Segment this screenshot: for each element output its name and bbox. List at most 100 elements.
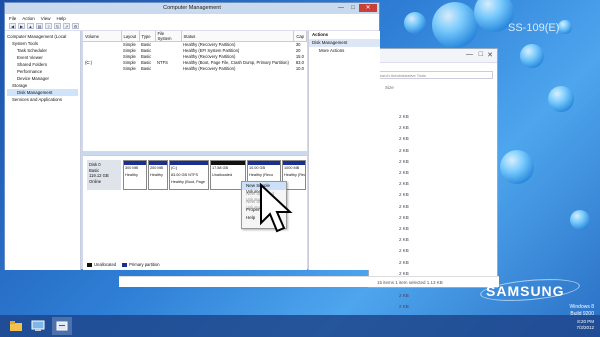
size-cell: 2 KB — [399, 114, 409, 119]
size-cell: 2 KB — [399, 125, 409, 131]
system-tray-clock[interactable]: 8:20 PM 7/3/2012 — [576, 319, 594, 331]
refresh-icon[interactable]: ↻ — [54, 23, 61, 29]
partition-block[interactable]: 300 MB Healthy — [123, 160, 147, 190]
partition-size: (C:) — [171, 166, 178, 170]
table-row[interactable]: Simple Basic Healthy (Recovery Partition… — [83, 66, 307, 72]
partition-status: Healthy (Reco — [284, 173, 305, 177]
partition-detail: 83.00 GB NTFS — [171, 173, 199, 177]
desktop-bubble — [432, 2, 478, 48]
partition-status: Healthy (Reco — [249, 173, 274, 177]
size-cell: 2 KB — [399, 136, 409, 142]
column-header-status[interactable]: Status — [181, 31, 295, 42]
partition-block[interactable]: 200 MB Healthy — [148, 160, 168, 190]
column-header-type[interactable]: Type — [139, 31, 156, 42]
menu-view[interactable]: View — [41, 16, 51, 21]
file-explorer-taskbar-button[interactable] — [6, 317, 26, 335]
tree-item-computer-management[interactable]: Computer Management (Local — [7, 33, 78, 40]
partition-status: Unallocated — [212, 173, 233, 177]
size-cell: 2 KB — [399, 147, 409, 153]
tree-item-services-and-applications[interactable]: Services and Applications — [7, 96, 78, 103]
tree-item-device-manager[interactable]: Device Manager — [7, 75, 78, 82]
mouse-pointer-icon — [260, 183, 293, 233]
search-input[interactable]: Search Administrative Tools — [373, 71, 493, 79]
layout-cell: Simple — [123, 66, 136, 71]
desktop-bubble — [558, 20, 572, 34]
partition-size: 10.00 GB — [249, 166, 266, 170]
close-icon[interactable]: ✕ — [487, 51, 493, 59]
more-actions-item[interactable]: More Actions — [309, 47, 380, 55]
model-label: SS-109(E) — [508, 22, 560, 34]
partition-status: Healthy — [150, 173, 163, 177]
column-header-capacity[interactable]: Cap — [293, 31, 307, 42]
menu-help[interactable]: Help — [56, 16, 65, 21]
actions-pane: Actions Disk Management More Actions — [308, 31, 380, 270]
size-cell: 2 KB — [399, 226, 409, 232]
computer-management-taskbar-button[interactable] — [28, 317, 48, 335]
size-cell: 2 KB — [399, 248, 409, 254]
minimize-icon[interactable]: — — [335, 4, 347, 12]
size-cell: 2 KB — [399, 237, 409, 243]
desktop-bubble — [404, 12, 426, 34]
actions-section-disk-management[interactable]: Disk Management — [309, 39, 380, 47]
tree-item-system-tools[interactable]: System Tools — [7, 40, 78, 47]
size-cell: 2 KB — [399, 293, 409, 299]
back-icon[interactable]: ◀ — [9, 23, 16, 29]
forward-icon[interactable]: ▶ — [18, 23, 25, 29]
size-cell: 2 KB — [399, 259, 409, 265]
explorer-titlebar[interactable]: — □ ✕ — [369, 49, 497, 63]
partition-block[interactable]: (C:) 83.00 GB NTFS Healthy (Boot, Page — [169, 160, 209, 190]
window-titlebar[interactable]: Computer Management — □ ✕ — [5, 3, 379, 14]
tree-item-storage[interactable]: Storage — [7, 82, 78, 89]
status-cell: Healthy (Boot, Page File, Crash Dump, Pr… — [183, 60, 289, 65]
size-cell: 2 KB — [399, 181, 409, 187]
size-cell: 2 KB — [399, 170, 409, 176]
partition-status: Healthy (Boot, Page — [171, 180, 205, 184]
maximize-icon[interactable]: □ — [479, 51, 483, 58]
actions-header: Actions — [312, 32, 329, 37]
size-column-header[interactable]: Size — [385, 85, 497, 90]
desktop-bubble — [500, 150, 534, 184]
maximize-icon[interactable]: □ — [347, 4, 359, 12]
help-icon[interactable]: ? — [45, 23, 52, 29]
partition-status: Healthy — [125, 173, 138, 177]
column-header-file-system[interactable]: File System — [155, 31, 182, 42]
disk-label[interactable]: Disk 0 Basic 119.12 GB Online — [87, 160, 121, 190]
column-header-volume[interactable]: Volume — [83, 31, 122, 42]
desktop-bubble — [548, 86, 574, 112]
computer-icon — [31, 320, 45, 331]
tree-item-event-viewer[interactable]: Event Viewer — [7, 54, 78, 61]
tree-item-task-scheduler[interactable]: Task Scheduler — [7, 47, 78, 54]
menu-action[interactable]: Action — [22, 16, 35, 21]
computer-management-window[interactable]: Computer Management — □ ✕ File Action Vi… — [4, 2, 380, 270]
tree-item-disk-management[interactable]: Disk Management — [7, 89, 78, 96]
export-icon[interactable]: ↗ — [63, 23, 70, 29]
tree-item-shared-folders[interactable]: Shared Folders — [7, 61, 78, 68]
status-cell: Healthy (Recovery Partition) — [183, 66, 236, 71]
partition-size: 17.58 GB — [212, 166, 229, 170]
tree-item-performance[interactable]: Performance — [7, 68, 78, 75]
volume-list: Volume Layout Type File System Status Ca… — [83, 31, 307, 151]
menu-file[interactable]: File — [9, 16, 16, 21]
partition-size: 200 MB — [150, 166, 164, 170]
minimize-icon[interactable]: — — [466, 51, 473, 58]
size-cell: 2 KB — [399, 203, 409, 209]
tools-icon — [56, 321, 68, 331]
capacity-cell: 10.0 — [295, 66, 304, 71]
column-header-layout[interactable]: Layout — [121, 31, 140, 42]
explorer-window[interactable]: — □ ✕ Search Administrative Tools Size 2… — [119, 48, 499, 309]
partition-size: 300 MB — [125, 166, 139, 170]
size-cell: 2 KB — [399, 214, 409, 220]
type-cell: Basic — [141, 66, 152, 71]
volume-cell — [83, 66, 121, 72]
legend-primary-partition: Primary partition — [122, 262, 160, 267]
samsung-logo: SAMSUNG — [486, 283, 565, 299]
admin-tools-taskbar-button[interactable] — [52, 317, 72, 335]
disk-state: Online — [89, 178, 102, 184]
settings-icon[interactable]: ⚙ — [72, 23, 79, 29]
partition-size: 1000 MB — [284, 166, 300, 170]
desktop-bubble — [520, 44, 544, 68]
menu-bar: File Action View Help — [5, 14, 379, 22]
properties-icon[interactable]: ▤ — [36, 23, 43, 29]
close-icon[interactable]: ✕ — [359, 4, 377, 12]
up-icon[interactable]: ▲ — [27, 23, 34, 29]
